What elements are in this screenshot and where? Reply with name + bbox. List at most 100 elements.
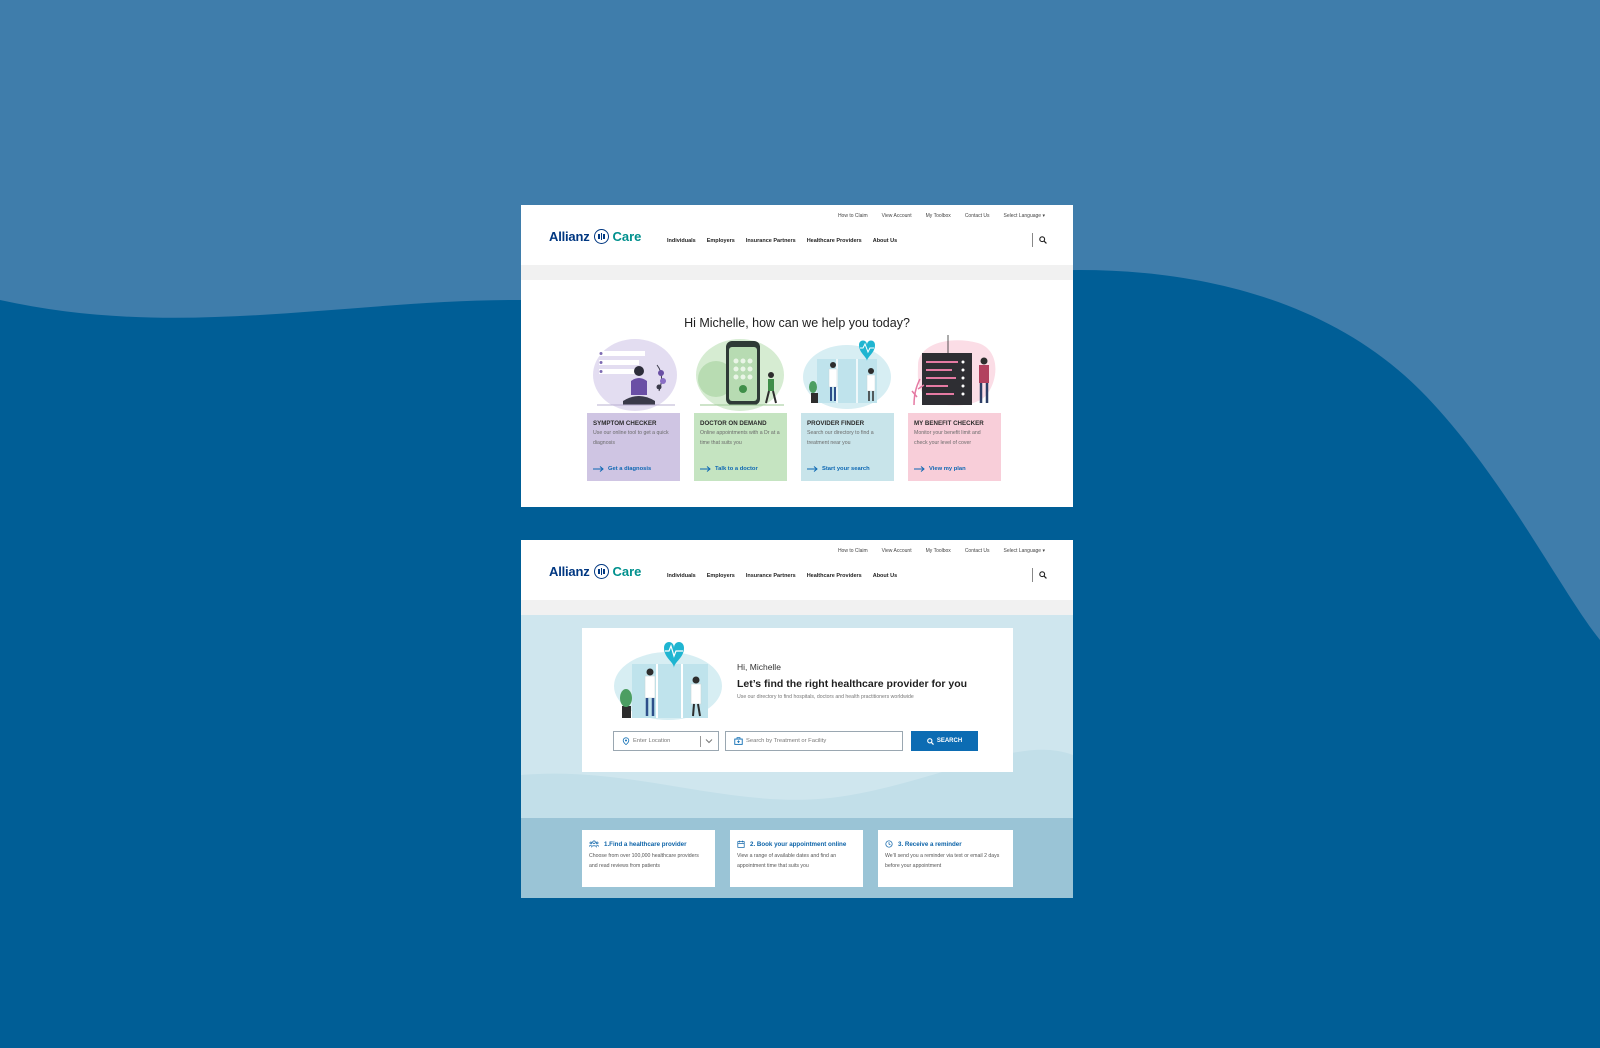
site-header: How to Claim View Account My Toolbox Con… xyxy=(521,205,1073,265)
treatment-facility-input[interactable]: Search by Treatment or Facility xyxy=(725,731,903,751)
utility-link-my-toolbox[interactable]: My Toolbox xyxy=(926,548,951,554)
arrow-right-icon xyxy=(807,466,818,472)
step-title: 1.Find a healthcare provider xyxy=(604,840,687,848)
card-description: Online appointments with a Dr at a time … xyxy=(700,430,780,446)
provider-finder-illustration xyxy=(614,642,722,720)
utility-link-my-toolbox[interactable]: My Toolbox xyxy=(926,213,951,219)
step-description: We’ll send you a reminder via text or em… xyxy=(885,853,1000,869)
step-title: 2. Book your appointment online xyxy=(750,840,847,848)
provider-search-panel: Hi, Michelle Let’s find the right health… xyxy=(582,628,1013,772)
card-cta-start-search[interactable]: Start your search xyxy=(807,466,870,472)
finder-hero: Hi, Michelle Let’s find the right health… xyxy=(521,615,1073,845)
provider-finder-screen: How to Claim View Account My Toolbox Con… xyxy=(521,540,1073,898)
search-divider xyxy=(1032,568,1033,582)
nav-individuals[interactable]: Individuals xyxy=(667,573,696,579)
finder-headline: Let’s find the right healthcare provider… xyxy=(737,678,968,690)
utility-link-how-to-claim[interactable]: How to Claim xyxy=(838,548,868,554)
search-icon[interactable] xyxy=(1039,236,1047,244)
allianz-mark-icon xyxy=(593,229,609,244)
allianz-mark-icon xyxy=(593,564,609,579)
logo-brand: Allianz xyxy=(549,229,590,244)
step-receive-reminder: 3. Receive a reminder We’ll send you a r… xyxy=(878,830,1013,887)
card-my-benefit-checker[interactable]: MY BENEFIT CHECKER Monitor your benefit … xyxy=(908,335,1001,481)
clock-icon xyxy=(885,840,893,848)
location-input[interactable]: Enter Location xyxy=(613,731,719,751)
finder-greeting: Hi, Michelle xyxy=(737,662,781,672)
search-button[interactable]: SEARCH xyxy=(911,731,978,751)
card-title: SYMPTOM CHECKER xyxy=(593,420,657,427)
logo-brand: Allianz xyxy=(549,564,590,579)
nav-insurance-partners[interactable]: Insurance Partners xyxy=(746,573,796,579)
utility-nav: How to Claim View Account My Toolbox Con… xyxy=(838,213,1045,219)
main-nav: Individuals Employers Insurance Partners… xyxy=(667,573,897,579)
step-find-provider: 1.Find a healthcare provider Choose from… xyxy=(582,830,715,887)
search-divider xyxy=(1032,233,1033,247)
search-icon xyxy=(926,737,934,745)
card-symptom-checker[interactable]: SYMPTOM CHECKER Use our online tool to g… xyxy=(587,335,680,481)
card-description: Search our directory to find a treatment… xyxy=(807,430,874,446)
card-cta-view-plan[interactable]: View my plan xyxy=(914,466,966,472)
chevron-down-icon[interactable] xyxy=(704,736,714,746)
location-placeholder: Enter Location xyxy=(633,738,671,744)
benefit-checker-illustration xyxy=(908,335,1001,413)
card-cta-talk-to-doctor[interactable]: Talk to a doctor xyxy=(700,466,758,472)
doctor-on-demand-illustration xyxy=(694,335,787,413)
card-title: MY BENEFIT CHECKER xyxy=(914,420,984,427)
nav-individuals[interactable]: Individuals xyxy=(667,238,696,244)
people-icon xyxy=(589,840,599,848)
allianz-care-logo[interactable]: Allianz Care xyxy=(549,564,641,579)
nav-about-us[interactable]: About Us xyxy=(873,238,897,244)
step-title: 3. Receive a reminder xyxy=(898,840,962,848)
finder-subtitle: Use our directory to find hospitals, doc… xyxy=(737,694,914,700)
card-cta-label: Start your search xyxy=(822,466,870,472)
step-book-appointment: 2. Book your appointment online View a r… xyxy=(730,830,863,887)
card-cta-label: Get a diagnosis xyxy=(608,466,652,472)
card-cta-label: Talk to a doctor xyxy=(715,466,758,472)
language-select[interactable]: Select Language xyxy=(1004,548,1045,554)
header-search[interactable] xyxy=(1032,568,1047,582)
nav-about-us[interactable]: About Us xyxy=(873,573,897,579)
provider-finder-illustration xyxy=(801,335,894,413)
nav-healthcare-providers[interactable]: Healthcare Providers xyxy=(807,238,862,244)
utility-link-contact-us[interactable]: Contact Us xyxy=(965,213,990,219)
how-it-works: 1.Find a healthcare provider Choose from… xyxy=(521,818,1073,898)
header-search[interactable] xyxy=(1032,233,1047,247)
logo-care: Care xyxy=(612,564,642,579)
logo-care: Care xyxy=(612,229,642,244)
main-nav: Individuals Employers Insurance Partners… xyxy=(667,238,897,244)
medical-bag-icon xyxy=(734,737,743,745)
utility-link-view-account[interactable]: View Account xyxy=(882,213,912,219)
header-strip xyxy=(521,600,1073,615)
card-provider-finder[interactable]: PROVIDER FINDER Search our directory to … xyxy=(801,335,894,481)
treatment-placeholder: Search by Treatment or Facility xyxy=(746,738,827,744)
utility-link-view-account[interactable]: View Account xyxy=(882,548,912,554)
step-description: Choose from over 100,000 healthcare prov… xyxy=(589,853,699,869)
location-divider xyxy=(700,736,701,747)
step-description: View a range of available dates and find… xyxy=(737,853,837,869)
dashboard-greeting: Hi Michelle, how can we help you today? xyxy=(684,316,910,330)
arrow-right-icon xyxy=(700,466,711,472)
card-doctor-on-demand[interactable]: DOCTOR ON DEMAND Online appointments wit… xyxy=(694,335,787,481)
nav-healthcare-providers[interactable]: Healthcare Providers xyxy=(807,573,862,579)
utility-nav: How to Claim View Account My Toolbox Con… xyxy=(838,548,1045,554)
card-description: Monitor your benefit limit and check you… xyxy=(914,430,981,446)
location-pin-icon xyxy=(622,737,630,745)
header-strip xyxy=(521,265,1073,280)
utility-link-contact-us[interactable]: Contact Us xyxy=(965,548,990,554)
site-header: How to Claim View Account My Toolbox Con… xyxy=(521,540,1073,600)
card-cta-label: View my plan xyxy=(929,466,966,472)
nav-insurance-partners[interactable]: Insurance Partners xyxy=(746,238,796,244)
nav-employers[interactable]: Employers xyxy=(707,573,735,579)
search-icon[interactable] xyxy=(1039,571,1047,579)
language-select[interactable]: Select Language xyxy=(1004,213,1045,219)
allianz-care-logo[interactable]: Allianz Care xyxy=(549,229,641,244)
arrow-right-icon xyxy=(593,466,604,472)
utility-link-how-to-claim[interactable]: How to Claim xyxy=(838,213,868,219)
symptom-checker-illustration xyxy=(587,335,680,413)
card-description: Use our online tool to get a quick diagn… xyxy=(593,430,669,446)
nav-employers[interactable]: Employers xyxy=(707,238,735,244)
card-title: DOCTOR ON DEMAND xyxy=(700,420,767,427)
search-button-label: SEARCH xyxy=(936,738,963,744)
card-cta-get-diagnosis[interactable]: Get a diagnosis xyxy=(593,466,651,472)
calendar-icon xyxy=(737,840,745,848)
